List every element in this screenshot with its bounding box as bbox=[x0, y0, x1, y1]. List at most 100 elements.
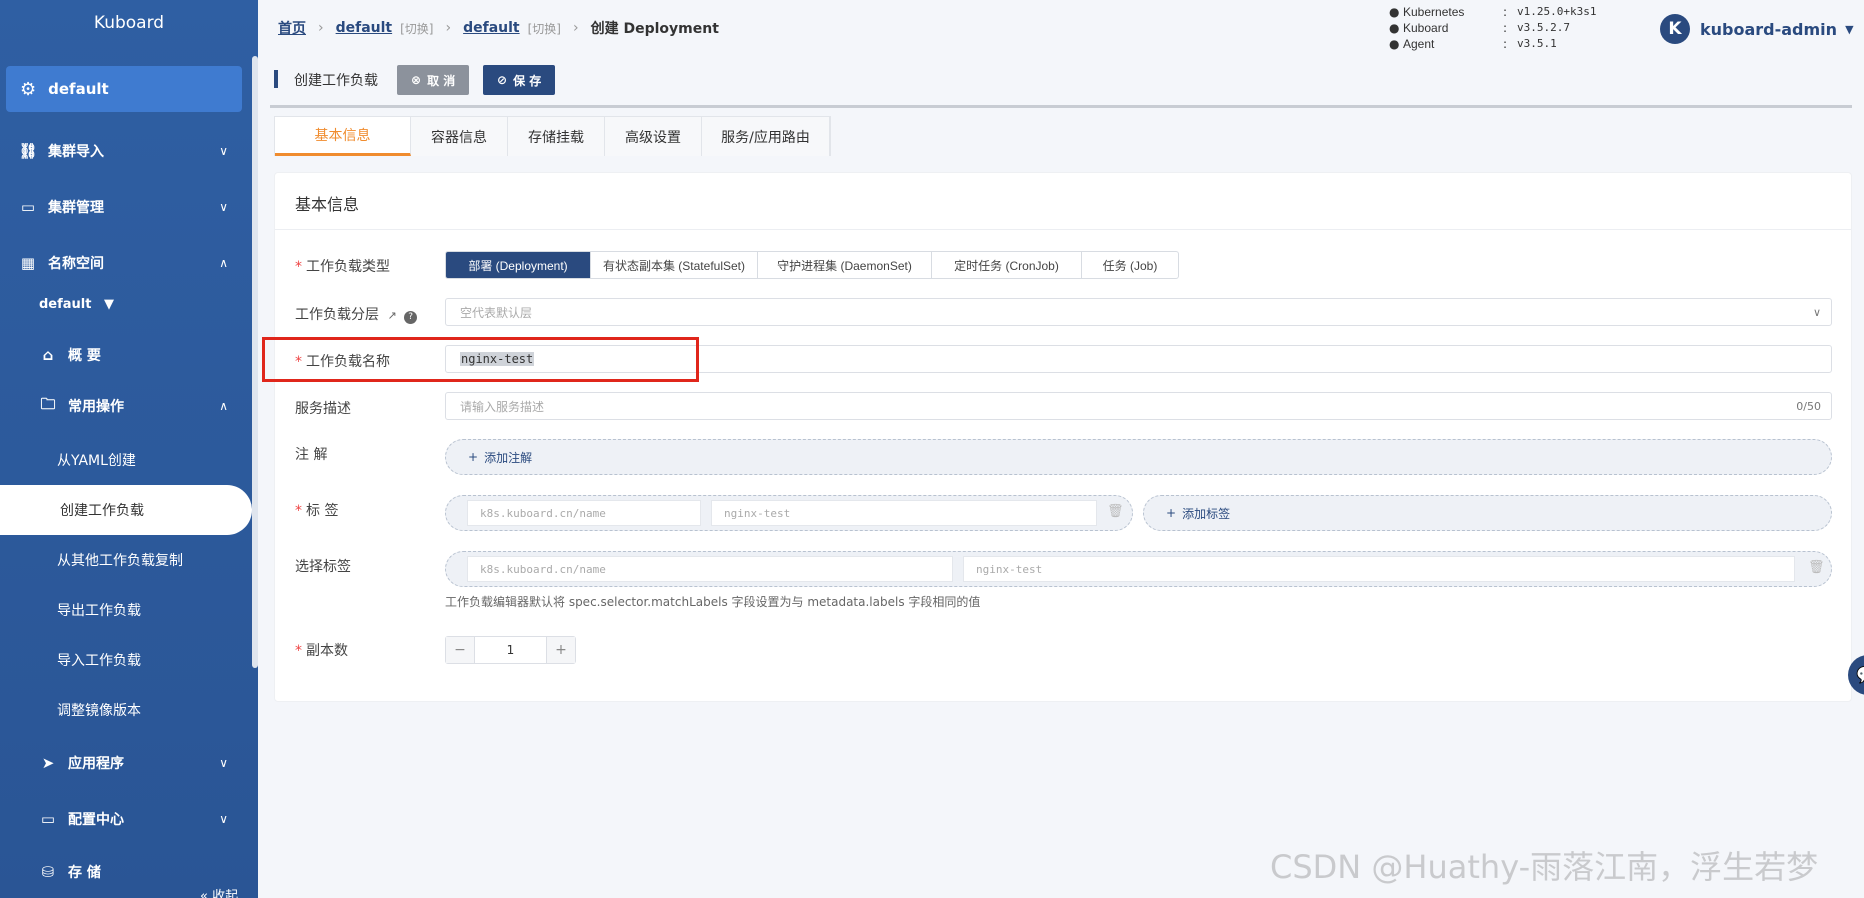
page-title: 创建工作负载 bbox=[294, 73, 378, 89]
save-button[interactable]: ⊘ 保 存 bbox=[483, 65, 556, 95]
type-cronjob[interactable]: 定时任务 (CronJob) bbox=[932, 252, 1082, 278]
sidebar-sub-copy[interactable]: 从其他工作负载复制 bbox=[0, 540, 250, 580]
page-toolbar: 创建工作负载 ⊗ 取 消 ⊘ 保 存 bbox=[270, 60, 1852, 108]
watermark: CSDN @Huathy-雨落江南，浮生若梦 bbox=[1270, 848, 1819, 886]
sidebar-item-label: 存 储 bbox=[68, 865, 101, 881]
breadcrumb: 首页 › default [切换] › default [切换] › 创建 De… bbox=[278, 18, 719, 38]
active-namespace-label: default bbox=[48, 80, 109, 98]
sidebar-item-namespace[interactable]: ▦ 名称空间 ∧ bbox=[0, 243, 250, 283]
help-icon[interactable]: ? bbox=[404, 311, 418, 324]
add-label-button[interactable]: + 添加标签 bbox=[1143, 495, 1832, 531]
save-label: 保 存 bbox=[513, 73, 542, 88]
version-value: v1.25.0+k3s1 bbox=[1517, 5, 1597, 18]
replicas-label: * 副本数 bbox=[295, 643, 348, 659]
sidebar-sub-create-workload[interactable]: 创建工作负载 bbox=[0, 485, 252, 535]
type-deployment[interactable]: 部署 (Deployment) bbox=[446, 252, 591, 278]
external-link-icon[interactable]: ↗ bbox=[387, 309, 396, 322]
sidebar-collapse[interactable]: « 收起 bbox=[200, 885, 238, 898]
selector-key-input[interactable]: k8s.kuboard.cn/name bbox=[467, 556, 953, 582]
breadcrumb-home[interactable]: 首页 bbox=[278, 18, 306, 38]
trash-icon[interactable]: 🗑 bbox=[1808, 560, 1825, 575]
label-text: 工作负载类型 bbox=[306, 259, 390, 275]
label-text: 标 签 bbox=[306, 503, 339, 519]
version-value: v3.5.2.7 bbox=[1517, 21, 1570, 34]
sidebar-item-config[interactable]: ▭ 配置中心 ∨ bbox=[0, 799, 250, 839]
tab-basic-info[interactable]: 基本信息 bbox=[275, 117, 411, 156]
add-label-label: 添加标签 bbox=[1182, 506, 1231, 521]
sidebar-item-label: 配置中心 bbox=[68, 812, 124, 828]
increment-button[interactable]: + bbox=[547, 637, 575, 663]
user-menu[interactable]: K kuboard-admin ▼ bbox=[1660, 14, 1854, 44]
label-text: 工作负载分层 bbox=[295, 307, 379, 323]
version-name: Agent bbox=[1403, 37, 1435, 51]
tab-storage[interactable]: 存储挂载 bbox=[508, 117, 605, 156]
tab-advanced[interactable]: 高级设置 bbox=[605, 117, 702, 156]
sidebar-item-cluster-import[interactable]: ⛓ 集群导入 ∨ bbox=[0, 131, 250, 171]
version-row: ● Kubernetes: v1.25.0+k3s1 bbox=[1389, 5, 1597, 19]
breadcrumb-current: 创建 Deployment bbox=[590, 21, 719, 37]
namespace-selector[interactable]: default ▼ bbox=[39, 297, 114, 312]
version-name: Kubernetes bbox=[1403, 5, 1465, 19]
sidebar-item-label: 常用操作 bbox=[68, 399, 124, 415]
chevron-right-icon: › bbox=[573, 20, 579, 36]
chevron-down-icon: ∨ bbox=[219, 144, 228, 158]
trash-icon[interactable]: 🗑 bbox=[1107, 504, 1124, 519]
annotation-label: 注 解 bbox=[295, 444, 327, 464]
selector-value-input[interactable]: nginx-test bbox=[963, 556, 1795, 582]
chat-icon: 💬 bbox=[1856, 665, 1864, 684]
basic-info-card: 基本信息 * 工作负载类型 部署 (Deployment) 有状态副本集 (Sta… bbox=[274, 172, 1852, 702]
cancel-button[interactable]: ⊗ 取 消 bbox=[397, 65, 470, 95]
sidebar-active-namespace[interactable]: ⚙ default bbox=[6, 66, 242, 112]
labels-label: * 标 签 bbox=[295, 503, 339, 519]
caret-down-icon: ▼ bbox=[1845, 22, 1854, 36]
label-text: 副本数 bbox=[306, 643, 348, 659]
decrement-button[interactable]: − bbox=[446, 637, 474, 663]
selector-hint: 工作负载编辑器默认将 spec.selector.matchLabels 字段设… bbox=[445, 595, 981, 609]
app-logo: Kuboard bbox=[93, 13, 165, 33]
description-input[interactable]: 请输入服务描述 0/50 bbox=[445, 392, 1832, 420]
sidebar-sub-export[interactable]: 导出工作负载 bbox=[0, 590, 250, 630]
breadcrumb-cluster-switch[interactable]: [切换] bbox=[400, 20, 433, 37]
sidebar-item-label: 名称空间 bbox=[48, 256, 104, 272]
layer-select[interactable]: 空代表默认层 ∨ bbox=[445, 298, 1832, 326]
sidebar-item-overview[interactable]: ⌂ 概 要 bbox=[0, 335, 250, 375]
sidebar-item-cluster-manage[interactable]: ▭ 集群管理 ∨ bbox=[0, 187, 250, 227]
close-circle-icon: ⊗ bbox=[411, 73, 422, 87]
sidebar-sub-image[interactable]: 调整镜像版本 bbox=[0, 690, 250, 730]
label-text: 注 解 bbox=[295, 447, 328, 463]
sidebar-item-common-ops[interactable]: 🗀 常用操作 ∧ bbox=[0, 386, 250, 426]
layer-placeholder: 空代表默认层 bbox=[460, 305, 533, 320]
version-row: ● Kuboard: v3.5.2.7 bbox=[1389, 21, 1570, 35]
chevron-down-icon: ∨ bbox=[219, 200, 228, 214]
sidebar-sub-yaml[interactable]: 从YAML创建 bbox=[0, 440, 250, 480]
label-value-input[interactable]: nginx-test bbox=[711, 500, 1097, 526]
tab-container-info[interactable]: 容器信息 bbox=[411, 117, 508, 156]
check-circle-icon: ⊘ bbox=[497, 73, 508, 87]
tab-service-route[interactable]: 服务/应用路由 bbox=[702, 117, 830, 156]
folder-icon: 🗀 bbox=[40, 394, 56, 413]
breadcrumb-namespace-switch[interactable]: [切换] bbox=[528, 20, 561, 37]
type-job[interactable]: 任务 (Job) bbox=[1082, 252, 1178, 278]
plus-icon: + bbox=[1166, 506, 1177, 520]
sidebar-item-label: 应用程序 bbox=[68, 756, 124, 772]
label-key-input[interactable]: k8s.kuboard.cn/name bbox=[467, 500, 701, 526]
breadcrumb-cluster[interactable]: default bbox=[336, 20, 393, 36]
sidebar-item-apps[interactable]: ➤ 应用程序 ∨ bbox=[0, 743, 250, 783]
type-daemonset[interactable]: 守护进程集 (DaemonSet) bbox=[758, 252, 932, 278]
sidebar-scrollbar[interactable] bbox=[252, 56, 258, 668]
add-annotation-label: 添加注解 bbox=[484, 450, 533, 465]
chevron-down-icon: ∨ bbox=[219, 812, 228, 826]
add-annotation-button[interactable]: + 添加注解 bbox=[445, 439, 1832, 475]
type-statefulset[interactable]: 有状态副本集 (StatefulSet) bbox=[591, 252, 758, 278]
sidebar-sub-import[interactable]: 导入工作负载 bbox=[0, 640, 250, 680]
description-label: 服务描述 bbox=[295, 398, 351, 418]
replicas-value[interactable]: 1 bbox=[474, 637, 547, 663]
link-icon: ⛓ bbox=[18, 142, 38, 160]
breadcrumb-namespace[interactable]: default bbox=[463, 20, 520, 36]
caret-down-icon: ▼ bbox=[104, 297, 115, 312]
description-placeholder: 请输入服务描述 bbox=[460, 399, 545, 414]
chevron-down-icon: ∨ bbox=[219, 756, 228, 770]
version-row: ● Agent: v3.5.1 bbox=[1389, 37, 1557, 51]
label-text: 服务描述 bbox=[295, 401, 351, 417]
workload-type-selector: 部署 (Deployment) 有状态副本集 (StatefulSet) 守护进… bbox=[445, 251, 1179, 279]
